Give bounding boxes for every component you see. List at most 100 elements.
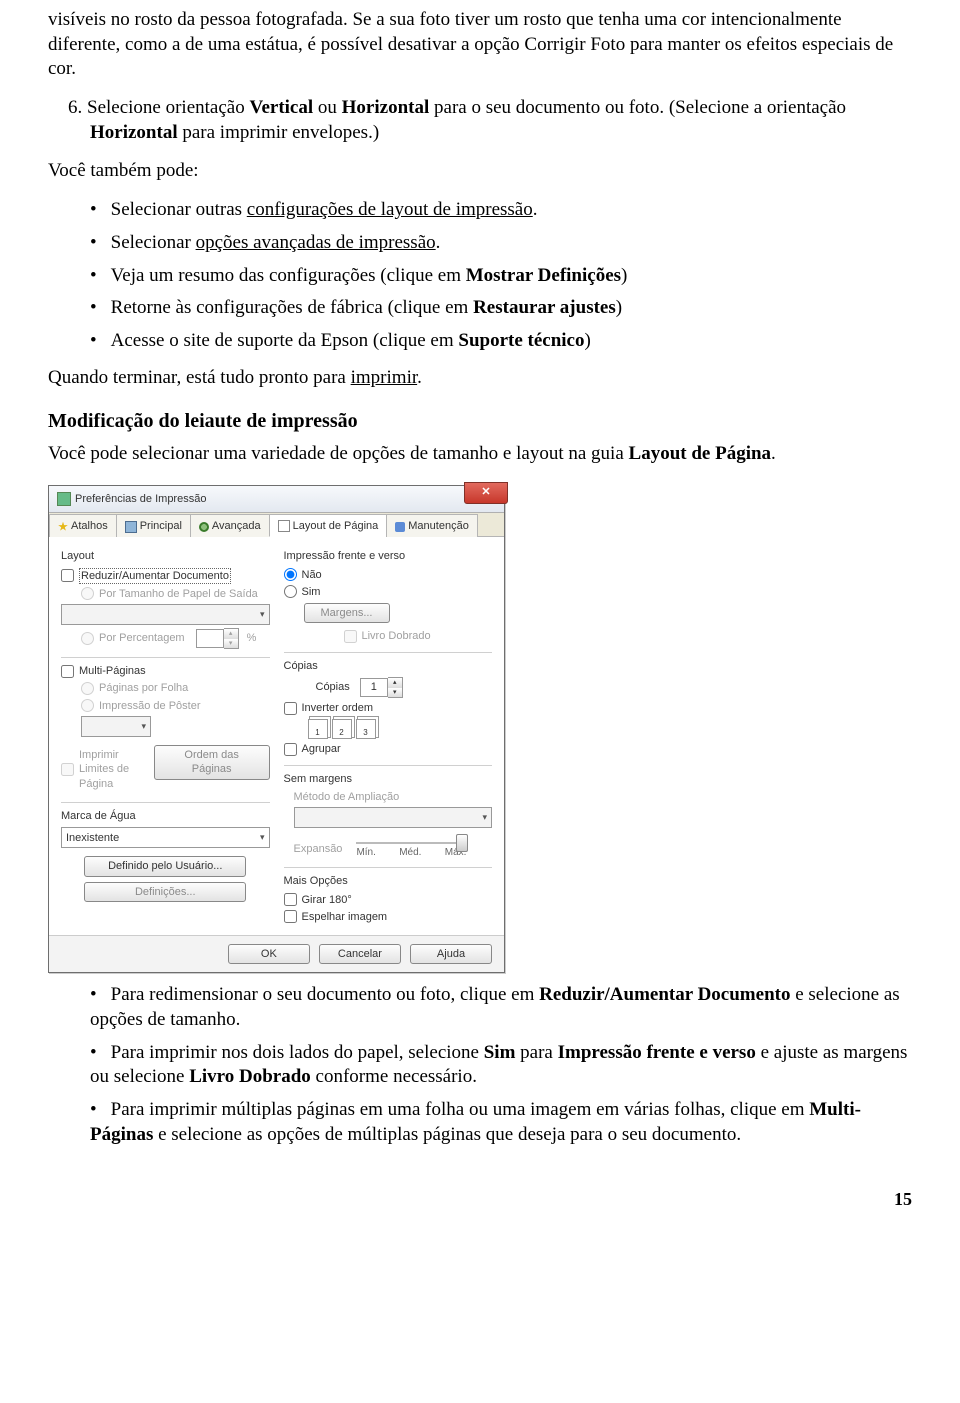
checkbox-label: Reduzir/Aumentar Documento [79,568,231,584]
borderless-group-label: Sem margens [284,772,493,786]
tab-shortcuts[interactable]: Atalhos [49,514,117,537]
help-button[interactable]: Ajuda [410,944,492,964]
by-output-size-radio[interactable]: Por Tamanho de Papel de Saída [81,587,270,601]
tab-main[interactable]: Principal [116,514,191,537]
text: Selecionar [111,232,196,253]
slider-thumb-icon [456,834,468,852]
list-item: Para imprimir múltiplas páginas em uma f… [90,1098,912,1147]
right-column: Impressão frente e verso Não Sim Margens… [284,547,493,927]
folded-book-checkbox[interactable]: Livro Dobrado [344,629,493,643]
chevron-down-icon: ▾ [260,832,265,844]
text-bold: Suporte técnico [458,330,584,351]
list-item: Para imprimir nos dois lados do papel, s… [90,1041,912,1090]
text: . [771,443,776,464]
chevron-down-icon: ▾ [482,812,487,824]
tab-label: Principal [140,519,182,533]
dialog-body: Layout Reduzir/Aumentar Documento Por Ta… [49,537,504,935]
list-item: Acesse o site de suporte da Epson (cliqu… [90,329,912,354]
checkbox-label: Inverter ordem [302,701,374,715]
rotate-180-checkbox[interactable]: Girar 180° [284,893,493,907]
duplex-no-radio[interactable]: Não [284,568,493,582]
text: Para redimensionar o seu documento ou fo… [111,984,539,1005]
also-label: Você também pode: [48,159,912,184]
text-bold: Horizontal [342,97,430,118]
multi-pages-combo[interactable]: ▾ [81,716,151,737]
watermark-combo[interactable]: Inexistente ▾ [61,827,270,848]
radio-label: Não [302,568,322,582]
bottom-list: Para redimensionar o seu documento ou fo… [48,983,912,1147]
text-bold: Impressão frente e verso [558,1042,756,1063]
copies-label: Cópias [316,680,350,694]
tab-maintenance[interactable]: Manutenção [386,514,478,537]
percentage-spinner[interactable]: ▴▾ [196,628,239,649]
slider-tick-labels: Mín.Méd.Máx. [356,846,466,859]
link-text: opções avançadas de impressão [196,232,436,253]
app-icon [57,492,71,506]
pages-per-sheet-radio[interactable]: Páginas por Folha [81,681,270,695]
duplex-yes-radio[interactable]: Sim [284,585,493,599]
user-defined-button[interactable]: Definido pelo Usuário... [84,856,246,876]
section-title: Modificação do leiaute de impressão [48,408,912,434]
text: ) [616,297,622,318]
definitions-button[interactable]: Definições... [84,882,246,902]
step-number: 6. [68,97,87,118]
list-item: Para redimensionar o seu documento ou fo… [90,983,912,1032]
text-bold: Horizontal [90,122,178,143]
page-order-button[interactable]: Ordem das Páginas [154,745,270,780]
layout-group-label: Layout [61,549,270,563]
text: Retorne às configurações de fábrica (cli… [111,297,473,318]
checkbox-label: Espelhar imagem [302,910,388,924]
checkbox-label: Multi-Páginas [79,664,146,678]
output-size-combo[interactable]: ▾ [61,604,270,625]
percent-unit: % [247,631,257,645]
text: . [436,232,441,253]
radio-label: Por Percentagem [99,631,185,645]
tab-page-layout[interactable]: Layout de Página [269,514,388,537]
doc-icon [125,521,137,533]
checkbox-label: Imprimir Limites de Página [79,748,148,791]
collate-checkbox[interactable]: Agrupar [284,742,493,756]
text: Acesse o site de suporte da Epson (cliqu… [111,330,459,351]
copies-spinner[interactable]: 1▴▾ [360,677,403,698]
checkbox-label: Livro Dobrado [362,629,431,643]
link-text: imprimir [351,367,418,388]
text: Selecionar outras [111,199,247,220]
reverse-order-checkbox[interactable]: Inverter ordem [284,701,493,715]
also-list: Selecionar outras configurações de layou… [48,198,912,353]
ok-button[interactable]: OK [228,944,310,964]
mirror-image-checkbox[interactable]: Espelhar imagem [284,910,493,924]
print-borders-checkbox[interactable]: Imprimir Limites de Página [61,748,148,791]
print-preferences-dialog: Preferências de Impressão ✕ Atalhos Prin… [48,485,505,973]
title-bar: Preferências de Impressão ✕ [49,486,504,513]
margins-button[interactable]: Margens... [304,603,390,623]
checkbox-label: Girar 180° [302,893,352,907]
by-percentage-radio[interactable]: Por Percentagem ▴▾ % [81,628,270,649]
text: Selecione orientação [87,97,249,118]
text: . [533,199,538,220]
text: Quando terminar, está tudo pronto para [48,367,351,388]
star-icon [58,522,68,532]
poster-print-radio[interactable]: Impressão de Pôster [81,699,270,713]
globe-icon [199,522,209,532]
tab-label: Manutenção [408,519,469,533]
section-text: Você pode selecionar uma variedade de op… [48,442,912,467]
combo-value: Inexistente [66,831,119,845]
multi-pages-checkbox[interactable]: Multi-Páginas [61,664,270,678]
text-bold: Livro Dobrado [189,1066,311,1087]
text: Veja um resumo das configurações (clique… [111,265,466,286]
text: Para imprimir múltiplas páginas em uma f… [111,1099,810,1120]
text: ) [621,265,627,286]
chevron-down-icon: ▾ [141,721,146,733]
cancel-button[interactable]: Cancelar [319,944,401,964]
text: ) [585,330,591,351]
reduce-enlarge-checkbox[interactable]: Reduzir/Aumentar Documento [61,568,270,584]
text-bold: Vertical [249,97,313,118]
tab-advanced[interactable]: Avançada [190,514,270,537]
text-bold: Sim [484,1042,516,1063]
close-button[interactable]: ✕ [464,482,508,504]
tab-label: Layout de Página [293,519,379,533]
expansion-slider[interactable] [356,842,466,844]
enlargement-combo[interactable]: ▾ [294,807,493,828]
text-bold: Restaurar ajustes [473,297,616,318]
text: conforme necessário. [311,1066,477,1087]
